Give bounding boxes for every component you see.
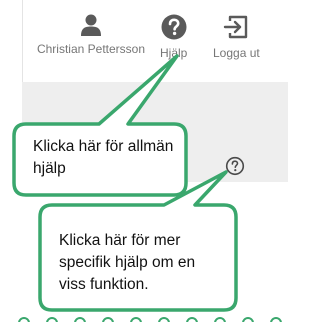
user-profile-button[interactable]: Christian Pettersson <box>31 14 151 56</box>
help-button[interactable]: Hjälp <box>160 14 187 60</box>
user-icon <box>81 14 101 36</box>
help-circle-icon <box>161 14 187 40</box>
header-divider <box>22 0 23 82</box>
logout-button[interactable]: Logga ut <box>213 14 260 60</box>
specific-help-callout-text: Klicka här för mer specifik hjälp om en … <box>59 232 196 293</box>
context-help-icon[interactable] <box>225 156 245 176</box>
general-help-callout-text: Klicka här för allmän hjälp <box>33 138 174 177</box>
logout-icon <box>224 15 248 39</box>
user-name-label: Christian Pettersson <box>36 42 146 56</box>
help-label: Hjälp <box>160 46 188 60</box>
bottom-dot-row <box>18 317 282 322</box>
header-bar: Christian Pettersson Hjälp Logga ut <box>0 0 288 82</box>
logout-label: Logga ut <box>213 46 260 60</box>
